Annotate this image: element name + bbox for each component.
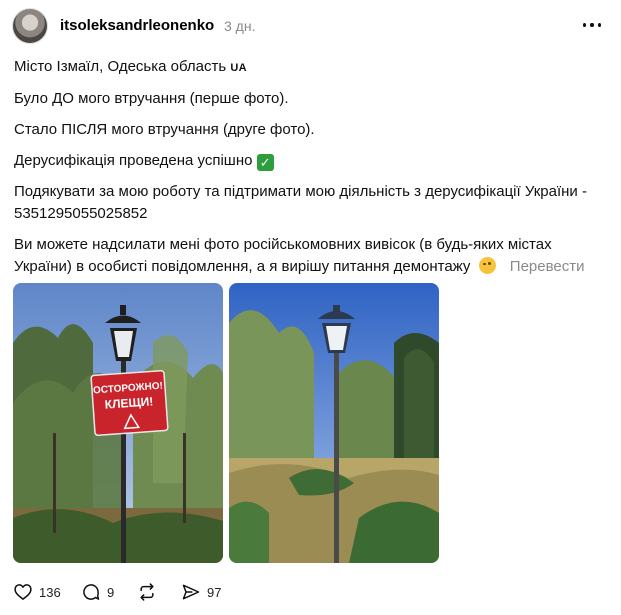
translate-link[interactable]: Перевести	[510, 258, 585, 275]
result-text: Дерусифікація проведена успішно	[14, 152, 253, 169]
timestamp: 3 дн.	[224, 18, 256, 34]
avatar[interactable]	[12, 8, 48, 44]
share-icon	[182, 584, 200, 600]
share-count: 97	[207, 584, 222, 600]
post-line-request: Ви можете надсилати мені фото російськом…	[14, 234, 594, 278]
heart-icon	[14, 584, 32, 600]
comment-icon	[83, 584, 100, 600]
post-line-before: Було ДО мого втручання (перше фото).	[14, 90, 289, 107]
repost-button[interactable]	[137, 580, 157, 604]
ua-flag-label: UA	[230, 62, 247, 74]
post-line-after: Стало ПІСЛЯ мого втручання (друге фото).	[14, 121, 315, 138]
comment-button[interactable]: 9	[81, 580, 114, 604]
repost-icon	[140, 583, 154, 601]
post-header: itsoleksandrleonenko 3 дн.	[12, 8, 609, 44]
post-line-support: Подякувати за мою роботу та підтримати м…	[14, 183, 587, 222]
city-text: Місто Ізмаїл, Одеська область	[14, 58, 227, 75]
more-icon[interactable]	[581, 14, 603, 36]
username[interactable]: itsoleksandrleonenko	[60, 17, 214, 34]
post-line-result: Дерусифікація проведена успішно ✓	[14, 150, 594, 172]
like-button[interactable]: 136	[13, 580, 61, 604]
request-text: Ви можете надсилати мені фото російськом…	[14, 236, 552, 275]
photo-after[interactable]	[229, 283, 439, 563]
check-emoji-icon: ✓	[256, 154, 274, 171]
photo-before[interactable]: ОСТОРОЖНО! КЛЕЩИ!	[13, 283, 223, 563]
wink-emoji-icon	[478, 257, 496, 274]
like-count: 136	[39, 584, 61, 600]
comment-count: 9	[107, 584, 115, 600]
post-line-city: Місто Ізмаїл, Одеська область UA	[14, 56, 594, 79]
share-button[interactable]: 97	[181, 580, 221, 604]
post-actions: 136 9 97	[13, 580, 333, 604]
